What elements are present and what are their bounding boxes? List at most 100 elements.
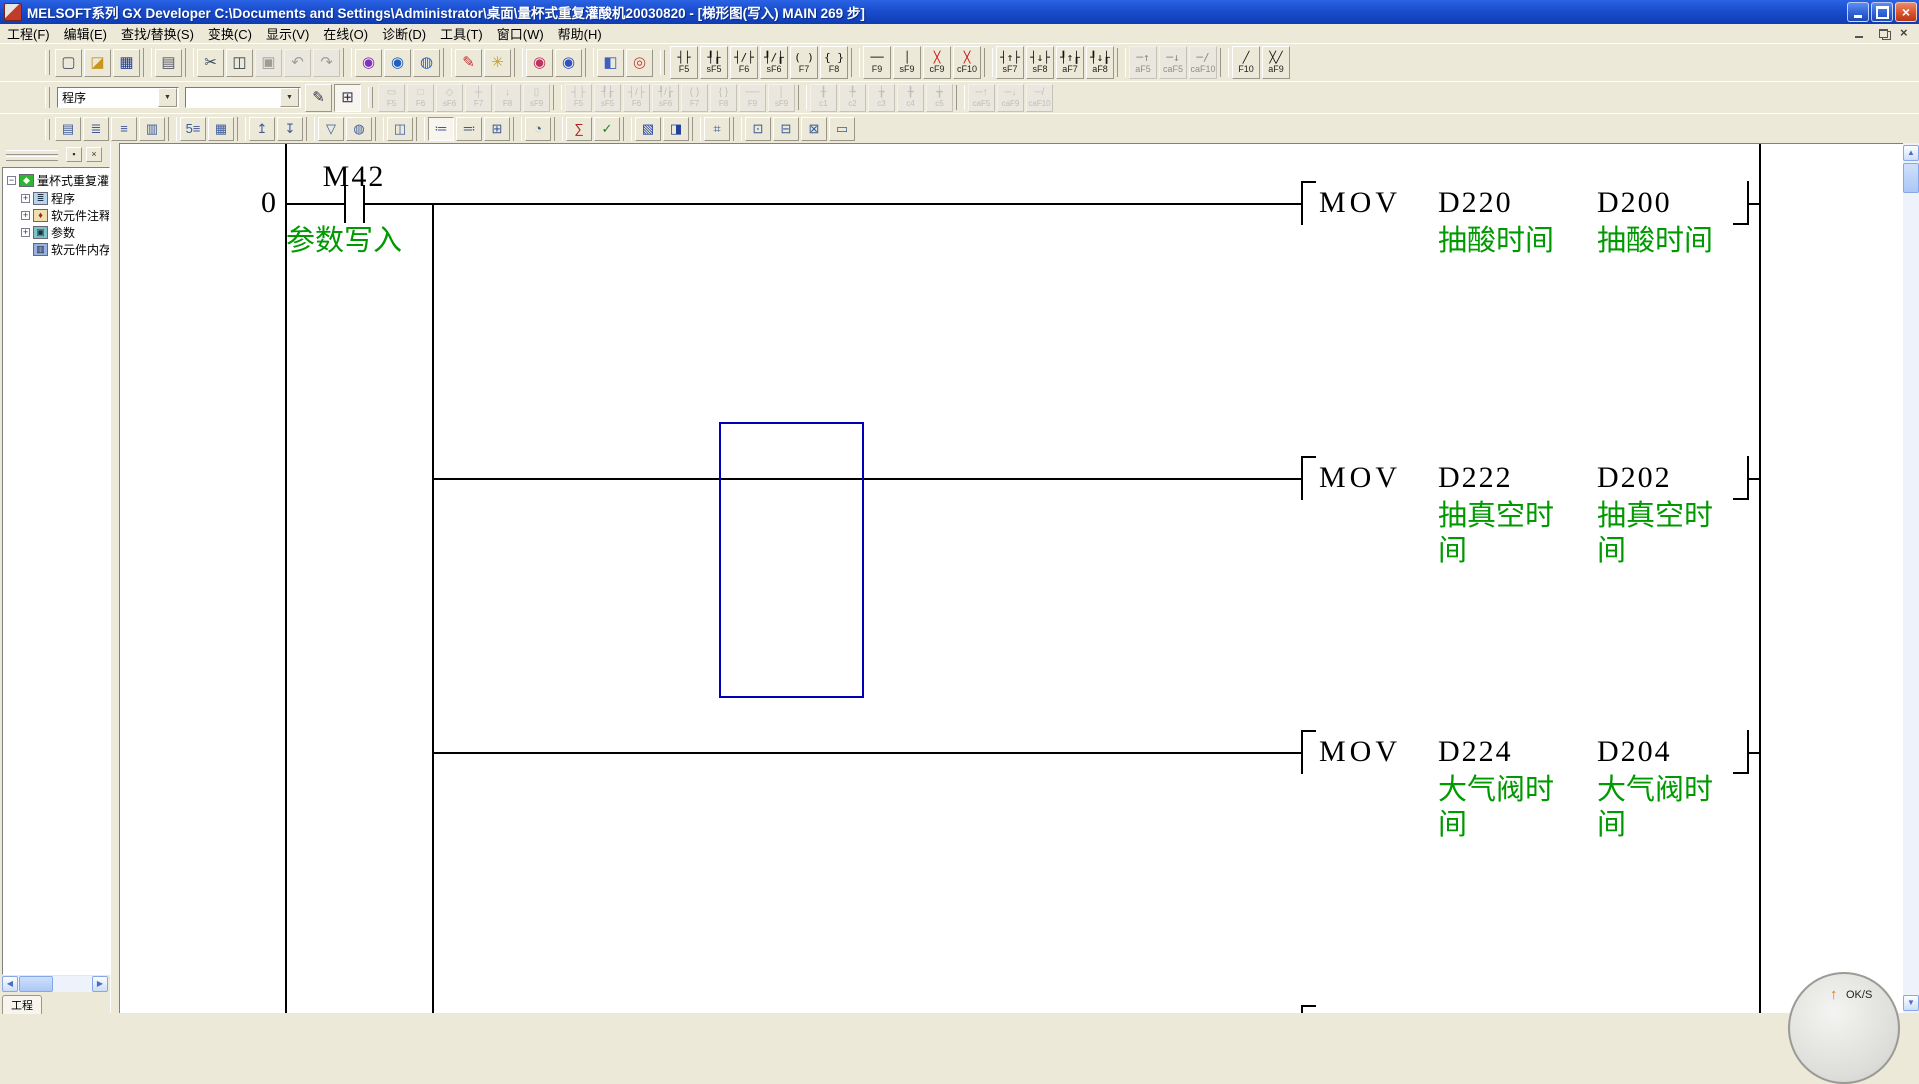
- sfc-rule4-button[interactable]: ╊ c4: [897, 84, 924, 112]
- rising-pulse-button[interactable]: ┤↑├ sF7: [996, 46, 1024, 79]
- coil-button[interactable]: ( ) F7: [790, 46, 818, 79]
- menu-item[interactable]: 变换(C): [201, 23, 259, 44]
- sfc-end-step-button[interactable]: ▯ sF9: [523, 84, 550, 112]
- toolbar-grip[interactable]: [368, 87, 373, 109]
- sfc-ladder-block-button[interactable]: ▭ F5: [378, 84, 405, 112]
- scroll-right-icon[interactable]: ▶: [92, 976, 108, 992]
- sfc-delete3-button[interactable]: ─/ caF10: [1026, 84, 1053, 112]
- sfc-delete2-button[interactable]: ─↓ caF9: [997, 84, 1024, 112]
- mdi-close-button[interactable]: ×: [1900, 28, 1913, 39]
- sfc-rule2-button[interactable]: ╄ c2: [839, 84, 866, 112]
- filter-button[interactable]: ▽: [318, 117, 344, 141]
- fit-width-button[interactable]: ⊟: [773, 117, 799, 141]
- project-tab[interactable]: 工程: [2, 995, 42, 1014]
- toolbar-grip[interactable]: [45, 50, 50, 76]
- grid-display-button[interactable]: ⌗: [704, 117, 730, 141]
- sfc-closed-contact-button[interactable]: ┤/├ F6: [623, 84, 650, 112]
- comment-format-button[interactable]: ▧: [635, 117, 661, 141]
- parallel-falling-pulse-button[interactable]: ┦↓┟ aF8: [1086, 46, 1114, 79]
- close-button[interactable]: ×: [1895, 2, 1917, 22]
- parallel-open-contact-button[interactable]: ┦┟ sF5: [700, 46, 728, 79]
- window-layout-button[interactable]: ◫: [387, 117, 413, 141]
- find-instruction-button[interactable]: ◉: [384, 49, 411, 77]
- tree-item-program[interactable]: + ≣ 程序: [21, 190, 75, 207]
- zoom-area-button[interactable]: ⊡: [745, 117, 771, 141]
- delete-horizontal-line-button[interactable]: ╳ cF9: [923, 46, 951, 79]
- zoom-button[interactable]: ◔: [525, 117, 551, 141]
- open-button[interactable]: ◪: [84, 49, 111, 77]
- delete-line-button[interactable]: ╳╱ aF9: [1262, 46, 1290, 79]
- expand-icon[interactable]: +: [21, 211, 30, 220]
- ladder-block-button[interactable]: ⊞: [484, 117, 510, 141]
- ladder-grid-button[interactable]: ⊞: [334, 84, 361, 112]
- sfc-vline-button[interactable]: │ sF9: [768, 84, 795, 112]
- tree-root-item[interactable]: − ◆ 量杯式重复灌酸机20030820: [7, 172, 110, 189]
- device-display-button[interactable]: ▦: [208, 117, 234, 141]
- draw-line-button[interactable]: ╱ F10: [1232, 46, 1260, 79]
- chevron-down-icon[interactable]: ▼: [280, 88, 299, 107]
- minimize-button[interactable]: [1847, 2, 1869, 22]
- monitor-mode-button[interactable]: ✳: [484, 49, 511, 77]
- op-rising-pulse-button[interactable]: ─↑ aF5: [1129, 46, 1157, 79]
- sfc-open-contact-button[interactable]: ┤├ F5: [565, 84, 592, 112]
- program-check-button[interactable]: ◎: [626, 49, 653, 77]
- sfc-rule5-button[interactable]: ╈ c5: [926, 84, 953, 112]
- scrollbar-thumb[interactable]: [1903, 163, 1919, 193]
- tree-item-parameter[interactable]: + ▣ 参数: [21, 224, 75, 241]
- device-test-button[interactable]: ◉: [526, 49, 553, 77]
- scroll-up-icon[interactable]: ▲: [1903, 145, 1919, 161]
- new-button[interactable]: ▢: [55, 49, 82, 77]
- ladder-editor[interactable]: 0 M42 参数写入 MOV D220 D200 抽酸时间 抽酸时间 MOV D…: [119, 143, 1903, 1013]
- toolbar-grip[interactable]: [660, 50, 665, 76]
- copy-button[interactable]: ◫: [226, 49, 253, 77]
- sfc-delete1-button[interactable]: ─↑ caF5: [968, 84, 995, 112]
- find-step-button[interactable]: ◍: [346, 117, 372, 141]
- application-instruction-button[interactable]: { } F8: [820, 46, 848, 79]
- paste-button[interactable]: ▣: [255, 49, 282, 77]
- sfc-step-button[interactable]: □ F6: [407, 84, 434, 112]
- restore-button[interactable]: [1871, 2, 1893, 22]
- save-button[interactable]: ▦: [113, 49, 140, 77]
- cut-button[interactable]: ✂: [197, 49, 224, 77]
- vertical-line-button[interactable]: │ sF9: [893, 46, 921, 79]
- redo-button[interactable]: ↷: [313, 49, 340, 77]
- undo-button[interactable]: ↶: [284, 49, 311, 77]
- menu-item[interactable]: 工程(F): [0, 23, 57, 44]
- statement-display-button[interactable]: ≡: [111, 117, 137, 141]
- find-string-button[interactable]: ◍: [413, 49, 440, 77]
- sfc-parallel-closed-button[interactable]: ┦/┟ sF6: [652, 84, 679, 112]
- scrollbar-thumb[interactable]: [19, 976, 53, 992]
- horizontal-line-button[interactable]: ── F9: [863, 46, 891, 79]
- find-device-button[interactable]: ◉: [355, 49, 382, 77]
- mdi-minimize-button[interactable]: [1854, 28, 1867, 39]
- comment-write-button[interactable]: ≔: [428, 117, 454, 141]
- toolbar-grip[interactable]: [45, 87, 50, 109]
- comment-display-button[interactable]: ≣: [83, 117, 109, 141]
- comment-edit-button[interactable]: ✎: [305, 84, 332, 112]
- program-check2-button[interactable]: ✓: [594, 117, 620, 141]
- tree-horizontal-scrollbar[interactable]: ◀ ▶: [2, 976, 108, 992]
- menu-item[interactable]: 查找/替换(S): [114, 23, 201, 44]
- sfc-rule3-button[interactable]: ╆ c3: [868, 84, 895, 112]
- collapse-icon[interactable]: −: [7, 176, 16, 185]
- sort-ascending-button[interactable]: ↥: [249, 117, 275, 141]
- alias-display-button[interactable]: 5≡: [180, 117, 206, 141]
- chevron-down-icon[interactable]: ▼: [158, 88, 177, 107]
- op-falling-pulse-button[interactable]: ─↓ caF5: [1159, 46, 1187, 79]
- menu-item[interactable]: 工具(T): [433, 23, 490, 44]
- parallel-rising-pulse-button[interactable]: ┦↑┟ aF7: [1056, 46, 1084, 79]
- ladder-vertical-scrollbar[interactable]: ▲ ▼: [1903, 143, 1919, 1013]
- statement-write-button[interactable]: ≕: [456, 117, 482, 141]
- sfc-rule1-button[interactable]: ╂ c1: [810, 84, 837, 112]
- menu-item[interactable]: 诊断(D): [375, 23, 433, 44]
- panel-pin-button[interactable]: ▪: [66, 147, 82, 162]
- expand-icon[interactable]: +: [21, 194, 30, 203]
- note-display-button[interactable]: ▥: [139, 117, 165, 141]
- panel-close-button[interactable]: ×: [86, 147, 102, 162]
- monitor-start-button[interactable]: ◉: [555, 49, 582, 77]
- selection-cursor[interactable]: [719, 422, 864, 698]
- menu-item[interactable]: 帮助(H): [551, 23, 609, 44]
- sfc-instruction-button[interactable]: { } F8: [710, 84, 737, 112]
- menu-item[interactable]: 窗口(W): [490, 23, 551, 44]
- falling-pulse-button[interactable]: ┤↓├ sF8: [1026, 46, 1054, 79]
